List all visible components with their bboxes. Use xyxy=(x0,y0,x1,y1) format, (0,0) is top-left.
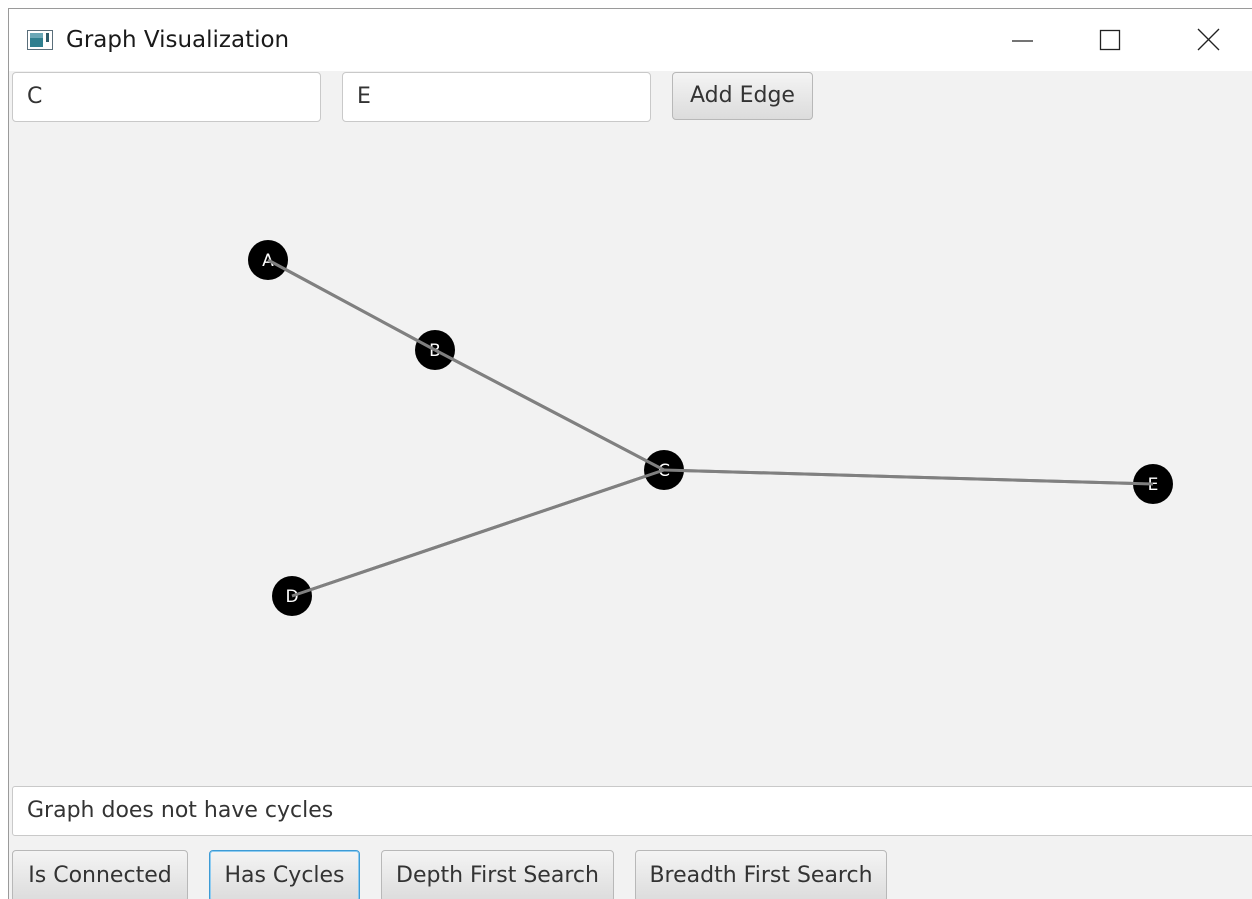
edge-overlay-C-E xyxy=(663,468,1154,486)
breadth-first-search-button[interactable]: Breadth First Search xyxy=(635,850,887,899)
has-cycles-button[interactable]: Has Cycles xyxy=(209,850,360,899)
maximize-icon xyxy=(1099,29,1121,51)
to-node-input[interactable]: E xyxy=(342,72,651,122)
app-window: Graph Visualization C E Add Edge ABCDE G… xyxy=(8,8,1252,899)
depth-first-search-button[interactable]: Depth First Search xyxy=(381,850,614,899)
add-edge-button[interactable]: Add Edge xyxy=(672,72,813,120)
close-icon xyxy=(1197,28,1220,51)
from-node-input[interactable]: C xyxy=(12,72,321,122)
title-bar: Graph Visualization xyxy=(9,9,1252,71)
minimize-button[interactable] xyxy=(971,9,1067,71)
graph-canvas: ABCDE xyxy=(248,240,1173,616)
close-button[interactable] xyxy=(1157,9,1252,71)
status-message: Graph does not have cycles xyxy=(12,786,1252,836)
edge-overlay-A-B xyxy=(267,258,436,352)
edge-overlay-D-C xyxy=(291,468,665,598)
minimize-icon xyxy=(1012,40,1033,42)
maximize-button[interactable] xyxy=(1061,9,1157,71)
app-icon xyxy=(27,30,53,50)
node-label: D xyxy=(285,587,298,607)
edge-overlay-B-C xyxy=(434,348,665,472)
window-title: Graph Visualization xyxy=(66,27,290,53)
is-connected-button[interactable]: Is Connected xyxy=(12,850,188,899)
